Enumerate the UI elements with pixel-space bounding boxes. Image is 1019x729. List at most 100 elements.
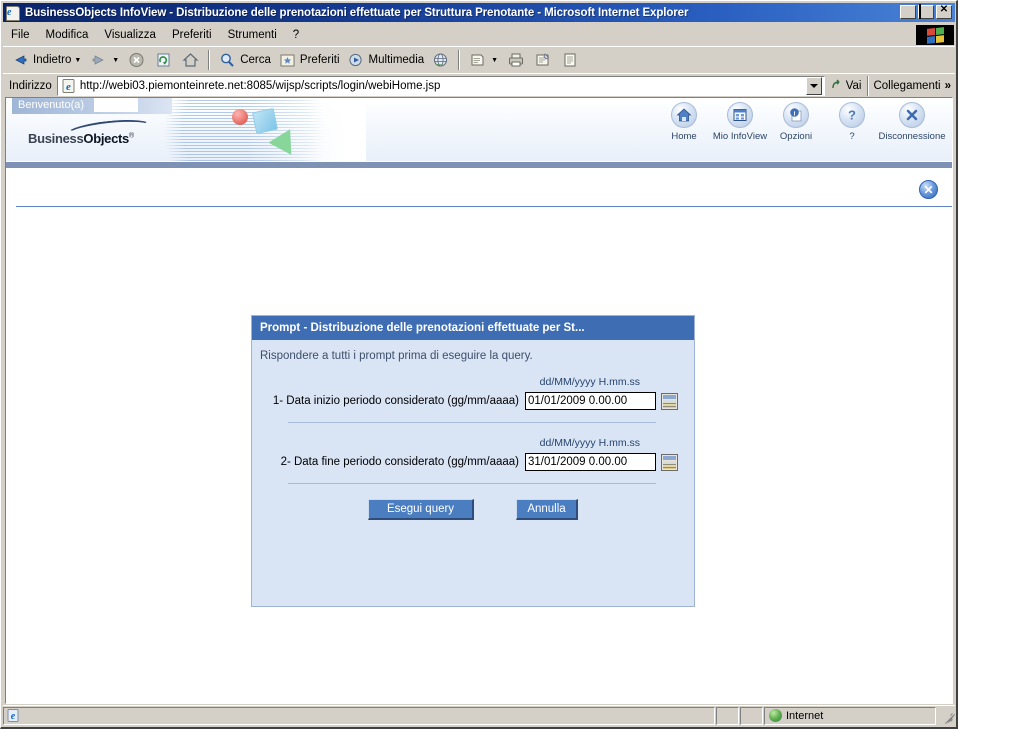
prompt-dialog-subtitle: Rispondere a tutti i prompt prima di ese… <box>260 350 533 362</box>
address-url[interactable]: http://webi03.piemonteinrete.net:8085/wi… <box>80 80 441 92</box>
favorites-button[interactable]: Preferiti <box>274 49 343 72</box>
prompt-1-label: 1- Data inizio periodo considerato (gg/m… <box>272 395 519 407</box>
menu-visualizza[interactable]: Visualizza <box>96 27 164 43</box>
home-button[interactable] <box>177 49 204 72</box>
mail-icon <box>467 50 488 70</box>
back-label: Indietro <box>33 54 72 66</box>
close-button[interactable]: ✕ <box>936 5 952 19</box>
svg-text:?: ? <box>848 108 856 123</box>
media-icon <box>346 50 367 70</box>
address-input-wrapper[interactable]: e http://webi03.piemonteinrete.net:8085/… <box>56 75 825 96</box>
close-report-icon[interactable]: ✕ <box>919 180 938 199</box>
refresh-button[interactable] <box>150 49 177 72</box>
maximize-button[interactable] <box>918 4 934 19</box>
svg-text:e: e <box>11 711 16 722</box>
menu-strumenti[interactable]: Strumenti <box>220 27 285 43</box>
logout-x-icon <box>899 102 925 128</box>
menu-preferiti[interactable]: Preferiti <box>164 27 220 43</box>
resize-grip[interactable] <box>939 708 955 724</box>
search-button[interactable]: Cerca <box>214 49 274 72</box>
favorites-label: Preferiti <box>299 54 340 66</box>
go-button[interactable]: Vai <box>825 79 868 92</box>
status-panel-1 <box>716 706 739 725</box>
run-query-button[interactable]: Esegui query <box>368 499 474 520</box>
ie-page-icon: e <box>5 5 21 21</box>
nav-mio-infoview[interactable]: Mio InfoView <box>712 102 768 142</box>
nav-help[interactable]: ? ? <box>824 102 880 142</box>
forward-dropdown-icon[interactable]: ▼ <box>112 57 119 64</box>
prompt-dialog-title: Prompt - Distribuzione delle prenotazion… <box>252 316 694 340</box>
links-chevron-icon[interactable]: » <box>945 80 951 92</box>
username-redacted <box>94 98 138 112</box>
window-title: BusinessObjects InfoView - Distribuzione… <box>25 6 689 19</box>
search-icon <box>217 50 238 70</box>
nav-home-label: Home <box>671 131 697 142</box>
calendar-icon[interactable] <box>661 392 678 410</box>
red-sphere-icon <box>232 109 248 125</box>
page-content: ✕ Prompt - Distribuzione delle prenotazi… <box>6 168 952 702</box>
window-controls: ✕ <box>900 4 952 19</box>
nav-opzioni[interactable]: i Opzioni <box>768 102 824 142</box>
address-label: Indirizzo <box>9 79 52 92</box>
banner-bottom-bar <box>6 161 952 168</box>
menu-help[interactable]: ? <box>285 27 307 43</box>
print-button[interactable] <box>502 49 529 72</box>
browser-toolbar: Indietro ▼ ▼ Cerca Preferiti Multimedia … <box>3 46 955 73</box>
stop-button[interactable] <box>123 49 150 72</box>
prompt-2-input[interactable] <box>525 453 656 471</box>
status-panel-2 <box>740 706 763 725</box>
media-button[interactable]: Multimedia <box>343 49 428 72</box>
prompt-2-label: 2- Data fine periodo considerato (gg/mm/… <box>280 456 519 468</box>
question-icon: ? <box>839 102 865 128</box>
links-button[interactable]: Collegamenti » <box>869 80 955 92</box>
prompt-2-divider <box>288 483 656 484</box>
address-dropdown-button[interactable] <box>805 76 822 95</box>
media-label: Multimedia <box>368 54 425 66</box>
welcome-message: Benvenuto(a) <box>12 98 172 114</box>
svg-text:e: e <box>66 81 71 93</box>
nav-opzioni-label: Opzioni <box>779 131 813 142</box>
menu-file[interactable]: File <box>3 27 38 43</box>
history-button[interactable] <box>427 49 454 72</box>
app-nav: Home Mio InfoView i Opzioni ? ? Disconne… <box>656 102 946 142</box>
go-label: Vai <box>845 79 862 92</box>
security-zone-panel: Internet <box>764 706 936 725</box>
refresh-icon <box>153 50 174 70</box>
prompt-2-format-hint: dd/MM/yyyy H.mm.ss <box>539 437 640 449</box>
content-divider <box>16 206 952 207</box>
desktop-background <box>958 0 1019 729</box>
internet-zone-icon <box>769 709 782 722</box>
prompt-2-field: 2- Data fine periodo considerato (gg/mm/… <box>266 453 678 471</box>
search-label: Cerca <box>240 54 271 66</box>
prompt-1-divider <box>288 422 656 423</box>
back-dropdown-icon[interactable]: ▼ <box>74 57 81 64</box>
forward-button[interactable]: ▼ <box>85 49 123 72</box>
discuss-button[interactable] <box>556 49 583 72</box>
info-icon: i <box>783 102 809 128</box>
printer-icon <box>505 50 526 70</box>
calendar-icon[interactable] <box>661 453 678 471</box>
nav-help-label: ? <box>849 131 855 142</box>
cancel-button[interactable]: Annulla <box>516 499 578 520</box>
prompt-1-input[interactable] <box>525 392 656 410</box>
history-globe-icon <box>430 50 451 70</box>
nav-home[interactable]: Home <box>656 102 712 142</box>
toolbar-separator <box>208 50 211 70</box>
back-button[interactable]: Indietro ▼ <box>7 49 85 72</box>
nav-disconnessione-label: Disconnessione <box>878 131 946 142</box>
minimize-button[interactable] <box>900 5 916 19</box>
nav-disconnessione[interactable]: Disconnessione <box>878 102 946 142</box>
app-banner: Benvenuto(a) BusinessObjects® Home Mio I… <box>6 98 952 161</box>
document-icon <box>559 50 580 70</box>
ie-favicon-icon: e <box>61 78 77 94</box>
mail-button[interactable]: ▼ <box>464 49 502 72</box>
menu-modifica[interactable]: Modifica <box>38 27 97 43</box>
prompt-dialog: Prompt - Distribuzione delle prenotazion… <box>251 315 695 607</box>
prompt-row-2: dd/MM/yyyy H.mm.ss 2- Data fine periodo … <box>252 437 694 484</box>
edit-button[interactable] <box>529 49 556 72</box>
home-icon <box>180 50 201 70</box>
prompt-row-1: dd/MM/yyyy H.mm.ss 1- Data inizio period… <box>252 376 694 423</box>
status-bar: e Internet <box>3 705 955 725</box>
toolbar-separator-2 <box>458 50 461 70</box>
mail-dropdown-icon[interactable]: ▼ <box>491 57 498 64</box>
